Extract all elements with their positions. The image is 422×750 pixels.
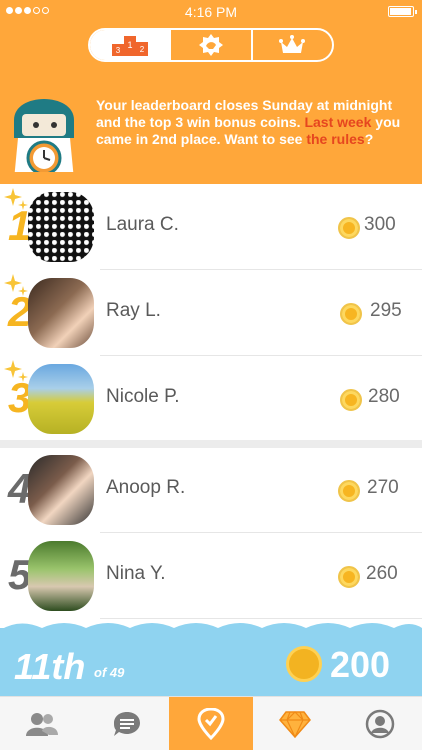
leaderboard-row[interactable]: 3 Nicole P. 280 — [0, 356, 422, 442]
svg-text:1: 1 — [127, 40, 132, 50]
coin-icon — [340, 303, 362, 325]
banner-message: Your leaderboard closes Sunday at midnig… — [96, 97, 412, 148]
status-time: 4:16 PM — [184, 4, 238, 20]
mascot-clock-icon — [14, 99, 74, 180]
tab-friends[interactable] — [0, 697, 84, 750]
coin-icon — [340, 389, 362, 411]
avatar[interactable] — [28, 364, 94, 434]
player-name: Nina Y. — [106, 563, 166, 584]
gem-icon — [279, 710, 312, 738]
player-score: 260 — [366, 563, 398, 584]
coin-icon — [338, 566, 360, 588]
leaderboard-row[interactable]: 5 Nina Y. 260 — [0, 533, 422, 619]
player-name: Nicole P. — [106, 386, 180, 407]
player-score: 270 — [367, 477, 399, 498]
tab-crown[interactable] — [250, 30, 332, 60]
chat-icon — [113, 711, 140, 736]
bottom-tab-bar — [0, 696, 422, 750]
tab-chat[interactable] — [84, 697, 168, 750]
coin-icon — [338, 217, 360, 239]
player-name: Ray L. — [106, 300, 161, 321]
top3-separator — [0, 440, 422, 448]
checkin-pin-icon — [197, 707, 225, 740]
avatar[interactable] — [28, 541, 94, 611]
avatar[interactable] — [28, 455, 94, 525]
coin-icon — [286, 646, 322, 682]
friends-icon — [26, 712, 59, 736]
svg-text:3: 3 — [115, 46, 120, 55]
leaderboard-row[interactable]: 4 Anoop R. 270 — [0, 447, 422, 533]
leaderboard-row[interactable]: 2 Ray L. 295 — [0, 270, 422, 356]
rules-link[interactable]: the rules — [306, 131, 364, 147]
player-name: Anoop R. — [106, 477, 186, 498]
battery-icon — [388, 6, 417, 17]
leaderboard-row[interactable]: 1 Laura C. 300 — [0, 184, 422, 270]
leaderboard-segmented-control: 1 3 2 — [88, 28, 334, 62]
participant-count: of 49 — [94, 665, 125, 680]
my-rank-wave — [0, 623, 422, 638]
tab-leaderboard[interactable]: 1 3 2 — [90, 30, 170, 60]
profile-icon — [365, 709, 395, 738]
badge-icon — [198, 34, 223, 56]
tab-gem[interactable] — [253, 697, 337, 750]
avatar[interactable] — [28, 278, 94, 348]
last-week-link[interactable]: Last week — [304, 114, 371, 130]
player-name: Laura C. — [106, 214, 179, 235]
tab-badges[interactable] — [169, 30, 250, 60]
my-score: 200 — [330, 644, 391, 685]
player-score: 295 — [370, 300, 402, 321]
status-bar: 4:16 PM — [0, 0, 422, 22]
info-banner: Your leaderboard closes Sunday at midnig… — [0, 74, 422, 188]
player-score: 280 — [368, 386, 400, 407]
my-rank-bar: 11th of 49 200 — [0, 623, 422, 696]
header: 4:16 PM 1 3 2 — [0, 0, 422, 74]
crown-icon — [279, 35, 306, 53]
svg-text:2: 2 — [139, 45, 144, 54]
tab-checkin[interactable] — [168, 697, 254, 750]
tab-profile[interactable] — [338, 697, 422, 750]
coin-icon — [338, 480, 360, 502]
avatar[interactable] — [28, 192, 94, 262]
banner-text-3: ? — [364, 131, 374, 147]
my-rank: 11th — [14, 646, 86, 687]
player-score: 300 — [364, 214, 396, 235]
podium-icon: 1 3 2 — [111, 36, 148, 56]
